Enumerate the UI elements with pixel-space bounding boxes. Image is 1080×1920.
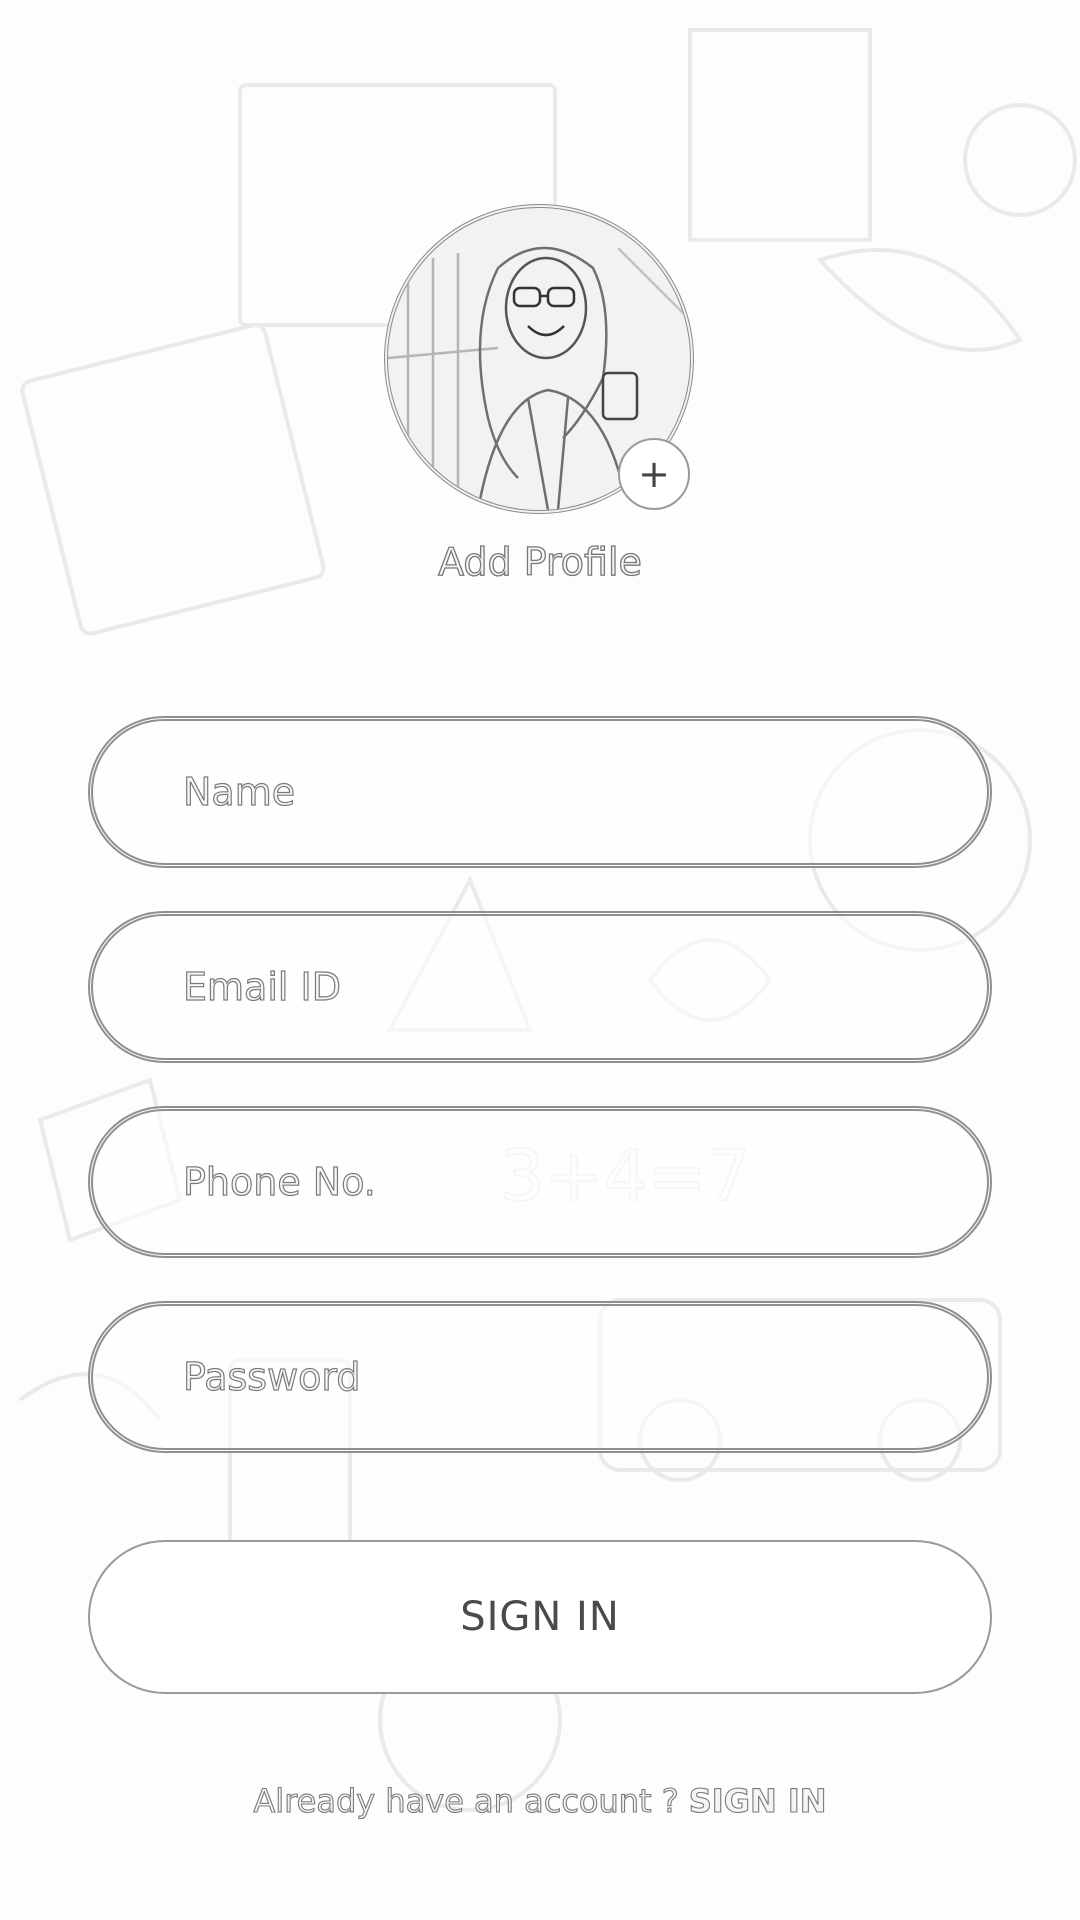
apple-doodle xyxy=(963,103,1077,217)
name-field[interactable] xyxy=(88,716,992,868)
sign-in-button[interactable]: SIGN IN xyxy=(88,1540,992,1694)
profile-photo-picker[interactable]: + xyxy=(384,204,694,514)
phone-field[interactable] xyxy=(88,1106,992,1258)
name-input[interactable] xyxy=(93,721,987,863)
footer-prompt-text: Already have an account ? xyxy=(253,1781,679,1820)
umbrella-doodle xyxy=(816,248,1023,352)
plus-icon: + xyxy=(638,452,670,496)
footer-sign-in-link[interactable]: SIGN IN xyxy=(688,1781,827,1820)
footer-signin-prompt: Already have an account ? SIGN IN xyxy=(0,1781,1080,1820)
password-field[interactable] xyxy=(88,1301,992,1453)
book-doodle xyxy=(20,323,326,636)
email-input[interactable] xyxy=(93,916,987,1058)
phone-input[interactable] xyxy=(93,1111,987,1253)
email-field[interactable] xyxy=(88,911,992,1063)
add-profile-label: Add Profile xyxy=(437,539,642,584)
password-input[interactable] xyxy=(93,1306,987,1448)
add-photo-button[interactable]: + xyxy=(618,438,690,510)
notebook-doodle xyxy=(688,28,872,242)
